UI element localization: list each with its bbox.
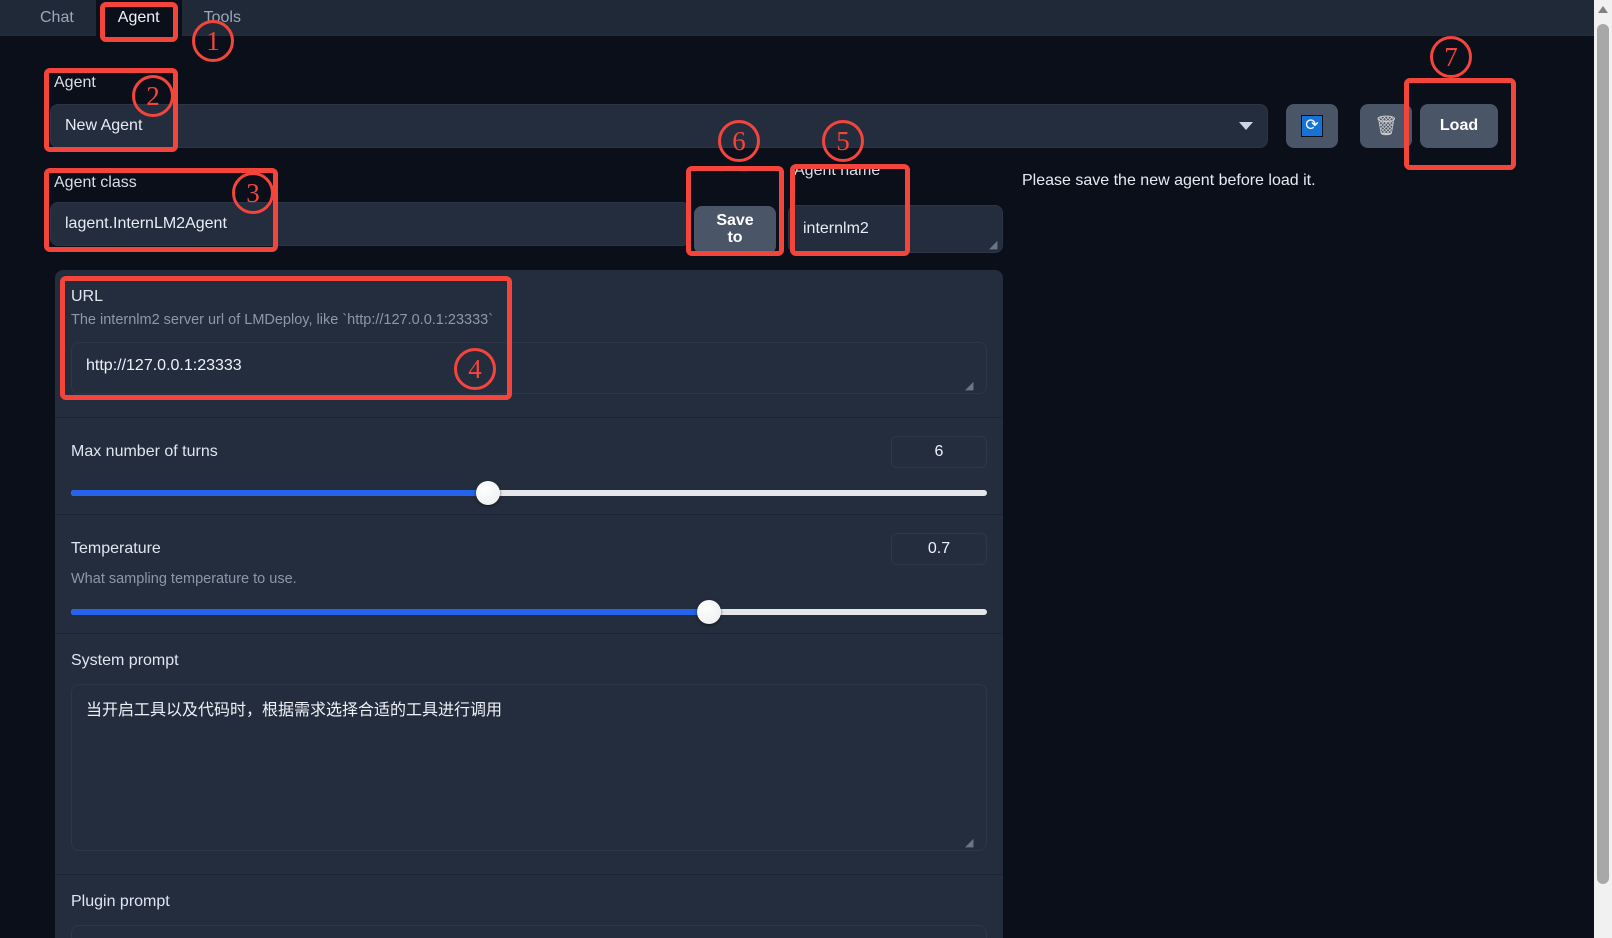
save-to-line2: to xyxy=(727,229,743,246)
agent-name-group: Agent name xyxy=(788,162,1003,180)
url-title: URL xyxy=(71,288,104,305)
agent-dropdown[interactable]: New Agent xyxy=(50,104,1268,148)
chevron-down-icon xyxy=(1239,122,1253,130)
trash-icon: 🗑 xyxy=(1373,116,1399,137)
max-turns-label: Max number of turns xyxy=(71,443,218,460)
resize-grip-icon[interactable]: ◢ xyxy=(989,240,999,251)
system-prompt-label: System prompt xyxy=(71,652,179,669)
agent-label: Agent xyxy=(54,74,96,91)
tab-tools[interactable]: Tools xyxy=(182,0,263,36)
agent-class-dropdown[interactable]: lagent.InternLM2Agent xyxy=(50,202,690,246)
temperature-slider-fill xyxy=(71,609,709,615)
max-turns-section: Max number of turns xyxy=(55,418,1003,515)
url-section: URL The internlm2 server url of LMDeploy… xyxy=(55,270,1003,418)
temperature-value[interactable] xyxy=(891,533,987,565)
resize-grip-icon[interactable]: ◢ xyxy=(965,838,975,849)
status-message: Please save the new agent before load it… xyxy=(1022,172,1316,189)
refresh-icon: ⟳ xyxy=(1301,115,1323,137)
agent-dropdown-value: New Agent xyxy=(65,117,143,134)
max-turns-slider-thumb[interactable] xyxy=(475,481,500,505)
plugin-prompt-section: Plugin prompt 你可以使用如下工具: {prompt} xyxy=(55,875,1003,938)
temperature-label: Temperature xyxy=(71,540,161,557)
tab-chat[interactable]: Chat xyxy=(18,0,96,36)
max-turns-slider[interactable] xyxy=(71,481,987,505)
app-root: Chat Agent Tools Agent New Agent ⟳ 🗑 Loa… xyxy=(0,0,1612,938)
load-button[interactable]: Load xyxy=(1420,104,1498,148)
save-to-button[interactable]: Save to xyxy=(694,206,776,254)
agent-name-input-wrapper: ◢ xyxy=(788,205,1003,253)
scroll-up-arrow-icon[interactable] xyxy=(1598,6,1608,13)
plugin-prompt-input[interactable]: 你可以使用如下工具: {prompt} xyxy=(71,925,987,938)
system-prompt-section: System prompt 当开启工具以及代码时，根据需求选择合适的工具进行调用… xyxy=(55,634,1003,875)
save-to-line1: Save xyxy=(716,212,754,230)
url-description: The internlm2 server url of LMDeploy, li… xyxy=(71,312,494,328)
scrollbar-thumb[interactable] xyxy=(1597,24,1609,884)
delete-button[interactable]: 🗑 xyxy=(1360,104,1412,148)
agent-class-label: Agent class xyxy=(54,174,137,191)
vertical-scrollbar[interactable] xyxy=(1594,0,1612,938)
max-turns-value[interactable] xyxy=(891,436,987,468)
resize-grip-icon[interactable]: ◢ xyxy=(965,381,975,392)
temperature-section: Temperature What sampling temperature to… xyxy=(55,515,1003,634)
tab-bar: Chat Agent Tools xyxy=(0,0,1594,36)
refresh-button[interactable]: ⟳ xyxy=(1286,104,1338,148)
temperature-slider[interactable] xyxy=(71,600,987,624)
agent-name-label: Agent name xyxy=(794,162,881,179)
settings-panel: URL The internlm2 server url of LMDeploy… xyxy=(55,270,1003,938)
max-turns-slider-fill xyxy=(71,490,488,496)
url-input[interactable]: http://127.0.0.1:23333 xyxy=(71,342,987,394)
temperature-description: What sampling temperature to use. xyxy=(71,571,297,587)
tab-agent[interactable]: Agent xyxy=(95,0,182,36)
system-prompt-input[interactable]: 当开启工具以及代码时，根据需求选择合适的工具进行调用 xyxy=(71,684,987,851)
agent-selector-row: Agent New Agent ⟳ 🗑 Load xyxy=(38,62,1528,156)
agent-class-value: lagent.InternLM2Agent xyxy=(65,215,227,232)
agent-name-input[interactable] xyxy=(788,205,1003,253)
plugin-prompt-label: Plugin prompt xyxy=(71,893,170,910)
temperature-slider-thumb[interactable] xyxy=(696,600,721,624)
